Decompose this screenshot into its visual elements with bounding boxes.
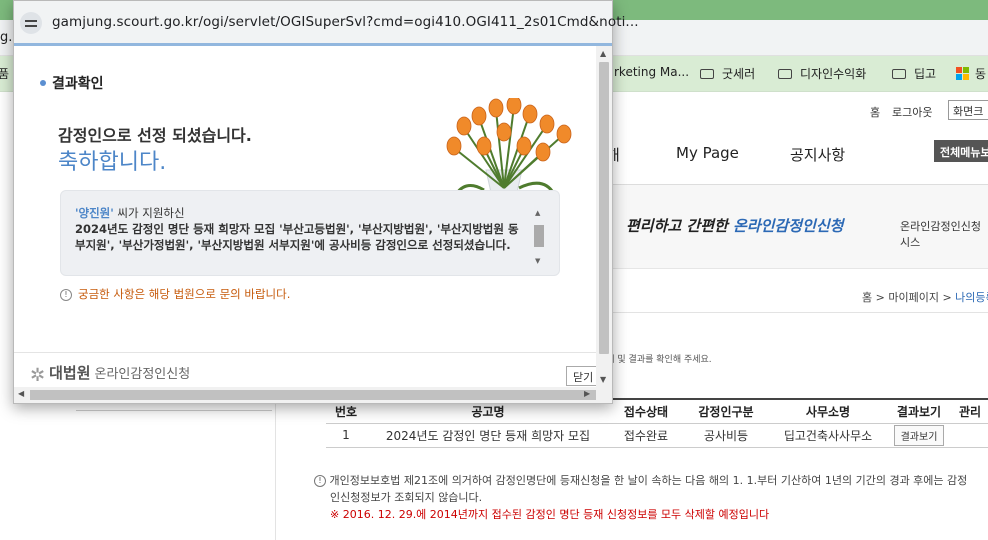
- breadcrumb-mypage[interactable]: 마이페이지: [888, 291, 939, 304]
- gnb-notice[interactable]: 공지사항: [790, 144, 845, 165]
- notice-line: 인신청정보가 조회되지 않습니다.: [330, 491, 483, 504]
- col-header: 사무소명: [770, 399, 886, 424]
- logout-link[interactable]: 로그아웃: [892, 104, 932, 120]
- notice-line: 개인정보보호법 제21조에 의거하여 감정인명단에 등재신청을 한 날이 속하는…: [329, 474, 968, 487]
- bookmark-item[interactable]: 디자인수익화: [778, 65, 866, 82]
- scroll-left-icon[interactable]: ◀: [18, 389, 24, 398]
- cell-no: 1: [326, 423, 366, 448]
- scroll-down-icon[interactable]: ▼: [535, 257, 540, 265]
- bookmark-item[interactable]: rketing Ma...: [614, 65, 689, 79]
- breadcrumb-sep: >: [872, 291, 889, 304]
- divider: [14, 352, 596, 353]
- banner-slogan: 편리하고 간편한 온라인감정인신청: [626, 217, 844, 235]
- cell-result: 결과보기: [886, 423, 952, 448]
- home-link[interactable]: 홈: [870, 104, 880, 120]
- breadcrumb-home[interactable]: 홈: [862, 291, 872, 304]
- selection-message: 감정인으로 선정 되셨습니다.: [58, 126, 252, 145]
- horizontal-scrollbar[interactable]: ◀ ▶: [14, 387, 612, 403]
- popup-window: gamjung.scourt.go.kr/ogi/servlet/OGISupe…: [13, 0, 639, 404]
- application-table: 번호 공고명 접수상태 감정인구분 사무소명 결과보기 관리 1 2024년도 …: [326, 398, 988, 448]
- supreme-court-logo: ✲ 대법원 온라인감정인신청: [30, 362, 190, 386]
- folder-icon: [778, 69, 792, 79]
- divider: [76, 410, 272, 411]
- folder-icon: [700, 69, 714, 79]
- folder-icon: [892, 69, 906, 79]
- scroll-up-icon[interactable]: ▲: [600, 49, 606, 58]
- popup-address-bar: gamjung.scourt.go.kr/ogi/servlet/OGISupe…: [14, 1, 639, 45]
- congrats-heading: 축하합니다.: [58, 150, 167, 175]
- gnb-mypage[interactable]: My Page: [676, 144, 739, 162]
- popup-url[interactable]: gamjung.scourt.go.kr/ogi/servlet/OGISupe…: [52, 14, 639, 30]
- applicant-name: '양진원': [75, 206, 114, 220]
- cell-office: 딥고건축사사무소: [770, 423, 886, 448]
- info-icon: !: [314, 475, 326, 487]
- cell-status: 접수완료: [610, 423, 682, 448]
- col-header: 접수상태: [610, 399, 682, 424]
- info-icon: !: [60, 289, 72, 301]
- hint-text: 궁금한 사항은 해당 법원으로 문의 바랍니다.: [78, 287, 291, 301]
- logo-sub: 온라인감정인신청: [94, 367, 191, 382]
- breadcrumb-sep: >: [938, 291, 956, 304]
- vertical-scrollbar[interactable]: ▲ ▼: [596, 46, 612, 387]
- site-info-icon[interactable]: [20, 12, 42, 34]
- scroll-up-icon[interactable]: ▲: [535, 209, 540, 217]
- notice-warning: ※ 2016. 12. 29.에 2014년까지 접수된 감정인 명단 등재 신…: [330, 508, 770, 521]
- bookmark-item[interactable]: 품: [0, 65, 9, 82]
- scroll-right-icon[interactable]: ▶: [584, 389, 590, 398]
- message-scrollbar[interactable]: ▲ ▼: [533, 209, 545, 265]
- all-menu-button[interactable]: 전체메뉴보: [934, 140, 988, 162]
- message-text: 씨가 지원하신: [113, 206, 185, 220]
- scroll-thumb[interactable]: [30, 390, 596, 400]
- result-message: '양진원' 씨가 지원하신 2024년도 감정인 명단 등재 희망자 모집 '부…: [75, 205, 529, 263]
- result-message-box: '양진원' 씨가 지원하신 2024년도 감정인 명단 등재 희망자 모집 '부…: [60, 190, 560, 276]
- col-header: 감정인구분: [682, 399, 770, 424]
- cell-manage: [952, 423, 988, 448]
- close-button[interactable]: 닫기: [566, 366, 596, 386]
- page-description: 상태 및 결과를 확인해 주세요.: [598, 355, 712, 365]
- message-body: 2024년도 감정인 명단 등재 희망자 모집 '부산고등법원', '부산지방법…: [75, 222, 519, 252]
- cell-type: 공사비등: [682, 423, 770, 448]
- screen-size-button[interactable]: 화면크: [948, 100, 988, 120]
- cell-title: 2024년도 감정인 명단 등재 희망자 모집: [366, 423, 610, 448]
- inquiry-hint: ! 궁금한 사항은 해당 법원으로 문의 바랍니다.: [60, 286, 290, 302]
- scroll-down-icon[interactable]: ▼: [600, 375, 606, 384]
- scroll-thumb[interactable]: [599, 62, 609, 354]
- court-emblem-icon: ✲: [30, 365, 46, 386]
- bookmark-item[interactable]: 딥고: [892, 65, 936, 82]
- logo-main: 대법원: [49, 364, 91, 382]
- bookmark-item[interactable]: 굿세러: [700, 65, 755, 82]
- breadcrumb: 홈 > 마이페이지 > 나의등록: [862, 289, 988, 305]
- microsoft-icon: [956, 67, 969, 80]
- banner-subtitle: 온라인감정인신청시스: [900, 220, 981, 249]
- privacy-notice: ! 개인정보보호법 제21조에 의거하여 감정인명단에 등재신청을 한 날이 속…: [314, 472, 988, 523]
- view-result-button[interactable]: 결과보기: [893, 424, 945, 446]
- bullet-icon: [40, 80, 46, 86]
- screen: g.s 품 rketing Ma... 굿세러 디자인수익화 딥고 동 홈 로그…: [0, 0, 988, 540]
- table-row: 1 2024년도 감정인 명단 등재 희망자 모집 접수완료 공사비등 딥고건축…: [326, 423, 988, 448]
- scroll-thumb[interactable]: [534, 225, 544, 247]
- bookmark-item[interactable]: 동: [956, 65, 986, 82]
- col-header: 결과보기: [886, 399, 952, 424]
- col-header: 관리: [952, 399, 988, 424]
- section-title: 결과확인: [40, 73, 104, 93]
- popup-content: 결과확인 감정인으로 선정 되셨습니다. 축하합니다. '양진원' 씨가 지원하…: [14, 46, 596, 387]
- breadcrumb-current: 나의등록: [955, 291, 988, 304]
